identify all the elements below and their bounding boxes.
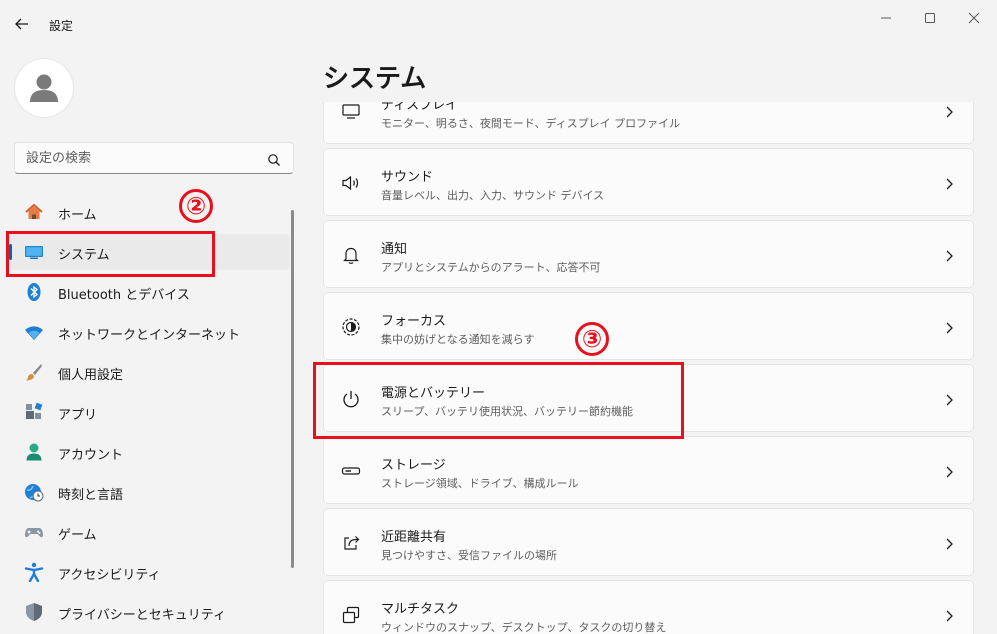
sidebar-item-label: アカウント	[58, 448, 124, 463]
sidebar-item-gaming[interactable]: ゲーム	[6, 514, 290, 550]
close-button[interactable]	[964, 10, 984, 26]
setting-subtitle: 音量レベル、出力、入力、サウンド デバイス	[381, 189, 605, 202]
speaker-icon	[341, 173, 361, 193]
chevron-right-icon	[943, 176, 955, 190]
chevron-right-icon	[943, 392, 955, 406]
back-button[interactable]	[12, 14, 32, 34]
setting-row-focus[interactable]: フォーカス 集中の妨げとなる通知を減らす	[323, 292, 974, 360]
sidebar-item-label: ゲーム	[58, 528, 97, 543]
accessibility-icon	[24, 562, 44, 583]
sidebar-item-label: 個人用設定	[58, 368, 124, 383]
maximize-button[interactable]	[920, 10, 940, 26]
setting-row-nearby-share[interactable]: 近距離共有 見つけやすさ、受信ファイルの場所	[323, 508, 974, 576]
sidebar-item-label: ホーム	[58, 208, 97, 223]
sidebar-item-bluetooth[interactable]: Bluetooth とデバイス	[6, 274, 290, 310]
sidebar-item-label: 時刻と言語	[58, 488, 124, 503]
bell-icon	[341, 245, 361, 265]
sidebar-item-personalization[interactable]: 個人用設定	[6, 354, 290, 390]
chevron-right-icon	[943, 464, 955, 478]
brush-icon	[24, 362, 44, 382]
apps-icon	[24, 402, 44, 422]
setting-subtitle: 見つけやすさ、受信ファイルの場所	[381, 549, 557, 562]
setting-title: ディスプレイ	[381, 102, 459, 113]
sidebar-item-privacy[interactable]: プライバシーとセキュリティ	[6, 594, 290, 630]
setting-subtitle: ストレージ領域、ドライブ、構成ルール	[381, 477, 579, 490]
annotation-highlight-system	[6, 231, 215, 277]
chevron-right-icon	[943, 608, 955, 622]
setting-subtitle: 集中の妨げとなる通知を減らす	[381, 333, 535, 346]
account-icon	[24, 442, 44, 462]
close-icon	[968, 12, 980, 24]
wifi-icon	[24, 322, 44, 342]
sidebar-item-time-language[interactable]: 時刻と言語	[6, 474, 290, 510]
minimize-icon	[881, 17, 891, 19]
title-bar: 設定	[0, 0, 997, 48]
sidebar-item-label: ネットワークとインターネット	[58, 328, 241, 343]
shield-icon	[24, 602, 44, 622]
setting-title: フォーカス	[381, 314, 447, 329]
gamepad-icon	[24, 522, 44, 542]
sidebar-item-network[interactable]: ネットワークとインターネット	[6, 314, 290, 350]
annotation-step-3: ③	[575, 322, 609, 356]
setting-row-storage[interactable]: ストレージ ストレージ領域、ドライブ、構成ルール	[323, 436, 974, 504]
sidebar-item-accounts[interactable]: アカウント	[6, 434, 290, 470]
setting-title: サウンド	[381, 170, 434, 185]
setting-row-sound[interactable]: サウンド 音量レベル、出力、入力、サウンド デバイス	[323, 148, 974, 216]
setting-row-notifications[interactable]: 通知 アプリとシステムからのアラート、応答不可	[323, 220, 974, 288]
clock-globe-icon	[24, 482, 44, 502]
setting-title: ストレージ	[381, 458, 446, 473]
setting-subtitle: モニター、明るさ、夜間モード、ディスプレイ プロファイル	[381, 117, 681, 130]
sidebar-item-accessibility[interactable]: アクセシビリティ	[6, 554, 290, 590]
setting-row-multitasking[interactable]: マルチタスク ウィンドウのスナップ、デスクトップ、タスクの切り替え	[323, 580, 974, 634]
window-title: 設定	[49, 19, 74, 33]
chevron-right-icon	[943, 104, 955, 118]
maximize-icon	[925, 13, 935, 23]
arrow-left-icon	[15, 18, 28, 30]
focus-icon	[341, 317, 361, 337]
setting-subtitle: ウィンドウのスナップ、デスクトップ、タスクの切り替え	[381, 621, 667, 634]
setting-row-display[interactable]: ディスプレイ モニター、明るさ、夜間モード、ディスプレイ プロファイル	[323, 102, 974, 144]
multitask-icon	[341, 605, 361, 625]
sidebar-item-home[interactable]: ホーム	[6, 194, 290, 230]
page-title: システム	[323, 64, 427, 94]
sidebar-scrollbar[interactable]	[291, 210, 294, 568]
search-input[interactable]	[15, 143, 255, 173]
sidebar-item-label: Bluetooth とデバイス	[58, 288, 190, 303]
bluetooth-icon	[24, 282, 44, 302]
setting-title: 通知	[381, 242, 408, 257]
share-icon	[341, 533, 361, 553]
sidebar-item-apps[interactable]: アプリ	[6, 394, 290, 430]
settings-search[interactable]	[14, 142, 294, 174]
sidebar-item-label: アプリ	[58, 408, 98, 423]
search-icon	[267, 152, 281, 166]
sidebar-item-label: アクセシビリティ	[58, 568, 161, 583]
chevron-right-icon	[943, 536, 955, 550]
user-icon	[30, 74, 58, 102]
display-icon	[341, 102, 361, 121]
chevron-right-icon	[943, 320, 955, 334]
setting-subtitle: アプリとシステムからのアラート、応答不可	[381, 261, 601, 274]
annotation-highlight-power	[313, 362, 684, 439]
minimize-button[interactable]	[876, 10, 896, 26]
setting-title: 近距離共有	[381, 530, 447, 545]
avatar[interactable]	[14, 58, 74, 118]
home-icon	[24, 202, 44, 222]
setting-title: マルチタスク	[381, 602, 460, 617]
sidebar-item-label: プライバシーとセキュリティ	[58, 608, 226, 623]
annotation-step-2: ②	[179, 189, 213, 223]
storage-icon	[341, 461, 361, 481]
chevron-right-icon	[943, 248, 955, 262]
